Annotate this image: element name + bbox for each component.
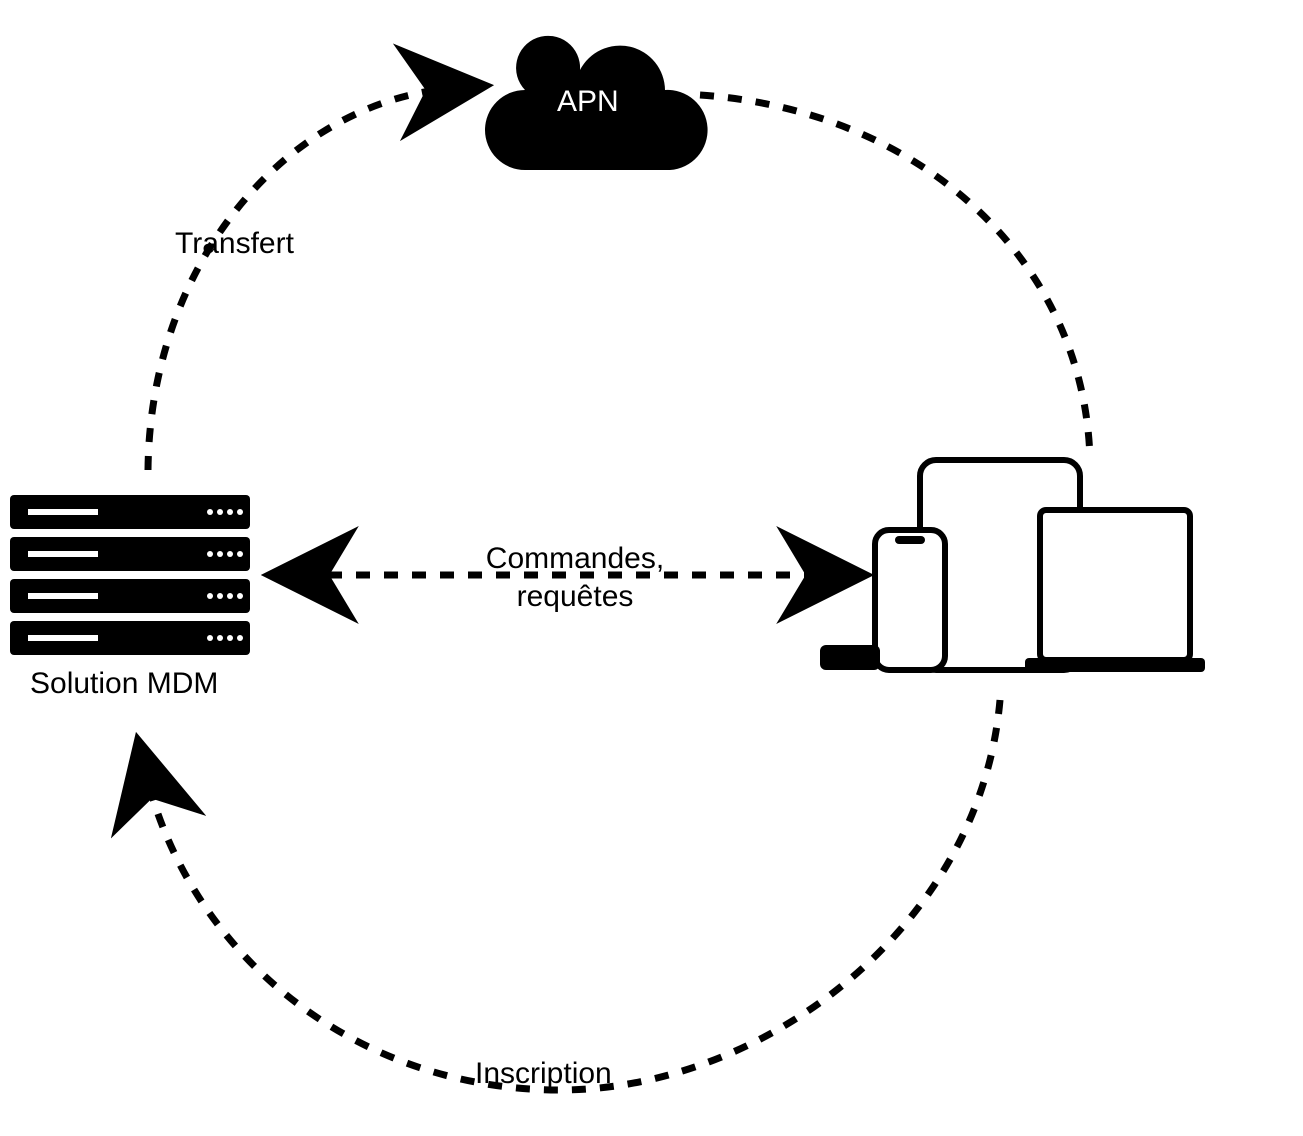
- cloud-label: APN: [557, 85, 619, 119]
- edge-cloud-to-devices: [700, 95, 1090, 460]
- edge-transfer-label: Transfert: [175, 225, 294, 263]
- edge-commands-label: Commandes, requêtes: [475, 540, 675, 615]
- server-label: Solution MDM: [30, 665, 218, 703]
- edge-transfer: [148, 88, 455, 470]
- diagram-root: APN Solution MDM Transfert Commandes, re…: [0, 0, 1303, 1136]
- devices-node: [820, 460, 1205, 672]
- edge-enroll-label: Inscription: [475, 1055, 612, 1093]
- edge-enroll: [145, 700, 1000, 1090]
- server-node: [10, 495, 250, 655]
